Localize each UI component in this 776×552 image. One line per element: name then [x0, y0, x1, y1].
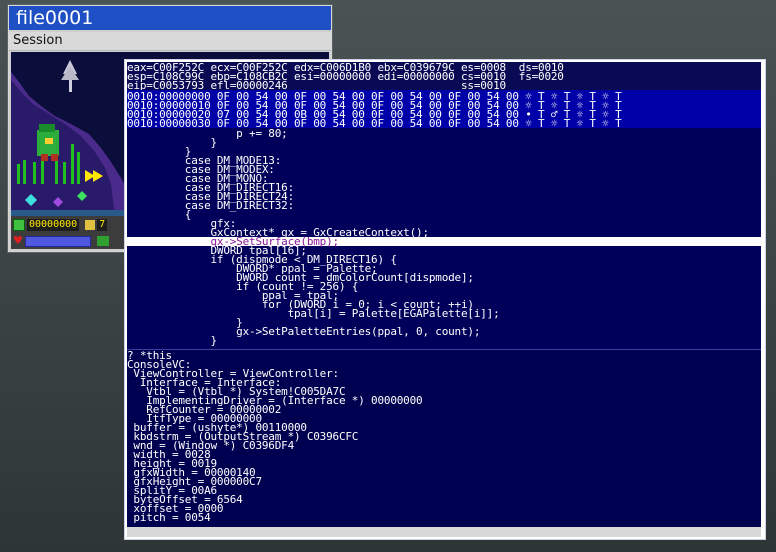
- ammo-counter: 7: [97, 219, 108, 231]
- lives-icon: [96, 236, 109, 246]
- source-line[interactable]: p += 80;: [127, 128, 761, 139]
- console-line[interactable]: ? *this: [127, 350, 761, 361]
- score-counter: 00000000: [27, 219, 80, 231]
- session-menu[interactable]: Session: [9, 32, 331, 51]
- gem-icon: [13, 219, 25, 231]
- ammo-icon: [85, 220, 96, 230]
- heart-icon: ♥: [13, 234, 23, 247]
- console-line[interactable]: gfxHeight = 000000C7: [127, 476, 761, 487]
- source-line[interactable]: case DM_DIRECT32:: [127, 200, 761, 211]
- source-pane[interactable]: p += 80; } } case DM_MODE13: case DM_MOD…: [127, 128, 761, 350]
- debugger-window[interactable]: eax=C00F252C ecx=C00F252C edx=C006D1B0 e…: [124, 59, 766, 540]
- console-pane[interactable]: ? *this ConsoleVC: ViewController = ViewC…: [127, 349, 761, 529]
- source-line[interactable]: gx->SetPaletteEntries(ppal, 0, count);: [127, 326, 761, 337]
- registers-pane: eax=C00F252C ecx=C00F252C edx=C006D1B0 e…: [127, 62, 761, 90]
- memory-dump-pane: 0010:00000000 0F 00 54 00 0F 00 54 00 0F…: [127, 90, 761, 129]
- memory-row: 0010:00000030 0F 00 54 00 0F 00 54 00 0F…: [127, 117, 622, 129]
- window-title[interactable]: file0001: [9, 6, 331, 30]
- console-line[interactable]: xoffset = 0000: [127, 503, 761, 514]
- console-line[interactable]: wnd = (Window *) C0396DF4: [127, 440, 761, 451]
- register-line: eip=C0053793 efl=00000246 ss=0010: [127, 79, 506, 90]
- health-bar: [24, 235, 91, 247]
- status-bar: [127, 527, 761, 537]
